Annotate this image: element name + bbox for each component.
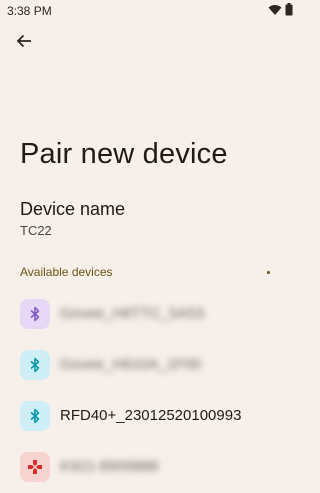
app-bar <box>0 22 300 64</box>
wifi-icon <box>268 4 282 19</box>
device-name-label: Device name <box>20 199 126 219</box>
device-name-value: TC22 <box>20 223 52 238</box>
page-title: Pair new device <box>20 138 228 170</box>
status-time: 3:38 PM <box>7 4 52 18</box>
device-name: Govee_H610A_1F00 <box>60 356 201 373</box>
device-name: K921-8909888 <box>60 458 159 475</box>
status-bar: 3:38 PM <box>0 0 300 22</box>
device-name: RFD40+_23012520100993 <box>60 407 242 424</box>
status-icons <box>268 3 293 19</box>
device-item[interactable]: RFD40+_23012520100993 <box>0 390 300 441</box>
battery-icon <box>285 3 293 19</box>
bluetooth-icon <box>20 400 50 431</box>
device-list: Govee_H6TTC_5A53 Govee_H610A_1F00 RFD40+… <box>0 288 300 492</box>
device-name: Govee_H6TTC_5A53 <box>60 305 205 322</box>
device-item[interactable]: K921-8909888 <box>0 441 300 492</box>
back-button[interactable] <box>12 31 36 55</box>
bluetooth-icon <box>20 298 50 329</box>
available-devices-header: Available devices <box>20 262 280 282</box>
arrow-back-icon <box>16 33 32 54</box>
bluetooth-icon <box>20 349 50 380</box>
scanning-indicator <box>267 270 270 274</box>
gamepad-icon <box>20 451 50 482</box>
available-devices-title: Available devices <box>20 265 113 279</box>
device-item[interactable]: Govee_H610A_1F00 <box>0 339 300 390</box>
device-name-setting[interactable]: Device name TC22 <box>20 199 300 238</box>
device-item[interactable]: Govee_H6TTC_5A53 <box>0 288 300 339</box>
